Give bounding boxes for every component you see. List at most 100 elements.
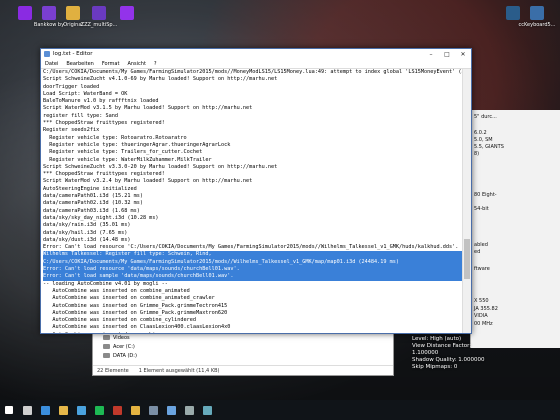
nav-item-data-d[interactable]: DATA (D:) [93, 351, 393, 360]
window-title: log.txt - Editor [53, 51, 93, 57]
nav-item-label: Videos [113, 334, 130, 341]
close-icon[interactable]: ✕ [455, 49, 471, 59]
desktop-icon-cckeyboard[interactable]: ccKeyboard5... [516, 6, 558, 28]
nav-item-label: DATA (D:) [113, 352, 137, 359]
nav-item-videos[interactable]: Videos [93, 333, 393, 342]
app-task-icon-2[interactable] [198, 400, 216, 420]
menu-format[interactable]: Format [102, 61, 120, 67]
overlay-line: Skip Mipmaps: 0 [412, 364, 458, 370]
info-fragment: 6.0.2 [474, 130, 487, 136]
scrollbar-thumb[interactable] [464, 239, 470, 279]
menu-ansicht[interactable]: Ansicht [127, 61, 145, 67]
info-fragment: 5.5, GIANTS [474, 144, 504, 150]
keyboard-icon [530, 6, 544, 20]
overlay-line: View Distance Factor: [412, 343, 472, 349]
log-line: AutoCombine was inserted on Grimme_Pack.… [43, 302, 228, 309]
log-line: data/sky/dust.i3d (14.48 ms) [43, 236, 131, 243]
minimize-icon[interactable]: – [423, 49, 439, 59]
log-line: Wilhelms Talkessel: Register fill type: … [43, 251, 463, 259]
selection-info: 1 Element ausgewählt (11,4 KB) [138, 367, 220, 374]
log-line: AutoCombine was inserted on combine_anim… [43, 287, 190, 294]
log-line: BaleToManure v1.0 by raffftnix loaded [43, 98, 159, 105]
log-line: data/sky/rain.i3d (35.01 ms) [43, 222, 131, 229]
desktop-icon-5[interactable] [106, 6, 148, 22]
log-line: *** ChoppedStraw fruittypes registered! [43, 171, 165, 178]
log-line: Register vehicle type: Rotoaratro.Rotoar… [43, 134, 187, 141]
item-count: 22 Elemente [97, 367, 129, 374]
video-folder-icon [103, 335, 110, 340]
log-line: Script WaterMod v3.1.5 by Marhu loaded! … [43, 105, 253, 112]
spotify-icon[interactable] [90, 400, 108, 420]
overlay-line: Level: High (auto) [412, 336, 462, 342]
nav-item-label: Acer (C:) [113, 343, 135, 350]
menu-datei[interactable]: Datei [45, 61, 58, 67]
log-line: data/cameraPath01.i3d (15.21 ms) [43, 193, 143, 200]
log-line: Load Script: WaterBand = OK [43, 90, 128, 97]
log-line: Register vehicle type: WaterMilkZuhammer… [43, 156, 212, 163]
log-line: Script SchweineZucht v3.3.0-20 by Marhu … [43, 163, 278, 170]
overlay-line: Shadow Quality: 1.000000 [412, 357, 485, 363]
log-line: C:/Users/COKIA/Documents/My Games/Farmin… [43, 69, 463, 75]
log-line: *** ChoppedStraw fruittypes registered! [43, 120, 165, 127]
notepad-window[interactable]: log.txt - Editor – □ ✕ Datei Bearbeiten … [40, 48, 472, 334]
drive-icon [103, 344, 110, 349]
log-line: Error: Can't load resource 'data/maps/so… [43, 266, 463, 274]
info-fragment: ed [474, 249, 481, 255]
info-fragment: 5" durc... [474, 114, 497, 120]
game-taskbar-icon[interactable] [108, 400, 126, 420]
log-line: data/cameraPath03.i3d (1.68 ms) [43, 207, 140, 214]
log-line: data/sky/sky_day_night.i3d (10.28 ms) [43, 214, 159, 221]
info-fragment: VIDIA [474, 313, 488, 319]
file-explorer-window: Videos Acer (C:) DATA (D:) 22 Elemente 1… [92, 332, 394, 376]
file-explorer-icon[interactable] [54, 400, 72, 420]
info-fragment: 8) [474, 151, 480, 157]
app-task-icon[interactable] [180, 400, 198, 420]
log-line: Register vehicle type: Trailers_for_cutt… [43, 149, 203, 156]
log-line: AutoCombine was inserted on ClaasLexion4… [43, 324, 231, 331]
info-fragment: JA 355.82 [474, 306, 498, 312]
log-line: AutoCombine was inserted on Grimme_Pack.… [43, 309, 228, 316]
log-line: Register vehicle type: thueringerAgrar.t… [43, 141, 231, 148]
log-line: AutoCombine was inserted on combine [43, 332, 463, 333]
info-fragment: ftware [474, 266, 490, 272]
game-icon [120, 6, 134, 20]
log-line: data/cameraPath02.i3d (10.32 ms) [43, 200, 143, 207]
chrome-icon[interactable] [126, 400, 144, 420]
log-line: AutoCombine was inserted on combine_anim… [43, 295, 215, 302]
log-line: Error: Can't load sample 'data/maps/soun… [43, 273, 463, 281]
maximize-icon[interactable]: □ [439, 49, 455, 59]
steam-icon[interactable] [144, 400, 162, 420]
game-settings-overlay: Level: High (auto) View Distance Factor:… [412, 336, 485, 371]
search-button[interactable] [18, 400, 36, 420]
log-line: -- loading AutoCombine v4.01 by mogli -- [43, 280, 168, 287]
drive-icon [103, 353, 110, 358]
log-line: Script WaterMod v3.2.4 by Marhu loaded! … [43, 178, 253, 185]
overlay-line: 1.100000 [412, 350, 439, 356]
store-icon[interactable] [72, 400, 90, 420]
log-line: register fill type: Sand [43, 112, 118, 119]
title-bar[interactable]: log.txt - Editor – □ ✕ [41, 49, 471, 59]
edge-icon[interactable] [36, 400, 54, 420]
background-info-window: 5" durc... 6.0.2 5.0, SM 5.5, GIANTS 8) … [470, 110, 560, 348]
vertical-scrollbar[interactable] [462, 69, 471, 333]
status-bar: 22 Elemente 1 Element ausgewählt (11,4 K… [93, 365, 393, 375]
log-line: AutoCombine was inserted on combine_cyli… [43, 317, 197, 324]
log-line: doorTrigger loaded [43, 83, 100, 90]
info-fragment: 54-bit [474, 206, 489, 212]
menu-bearbeiten[interactable]: Bearbeiten [66, 61, 93, 67]
info-fragment: 5.0, SM [474, 137, 493, 143]
info-fragment: X 550 [474, 298, 489, 304]
notepad-task-icon[interactable] [162, 400, 180, 420]
menu-bar: Datei Bearbeiten Format Ansicht ? [41, 59, 471, 69]
menu-help[interactable]: ? [154, 61, 157, 67]
info-fragment: 00 MHz [474, 321, 493, 327]
taskbar [0, 400, 560, 420]
info-fragment: 80 Eight- [474, 192, 497, 198]
log-line: Register seeds2fix [43, 127, 100, 134]
log-line: Script SchweineZucht v4.1.0-69 by Marhu … [43, 76, 278, 83]
log-line: AutoSteeringEngine initialized [43, 185, 137, 192]
log-line: data/sky/hail.i3d (7.65 ms) [43, 229, 128, 236]
nav-item-acer-c[interactable]: Acer (C:) [93, 342, 393, 351]
text-editor-area[interactable]: C:/Users/COKIA/Documents/My Games/Farmin… [41, 69, 463, 333]
start-button[interactable] [0, 400, 18, 420]
